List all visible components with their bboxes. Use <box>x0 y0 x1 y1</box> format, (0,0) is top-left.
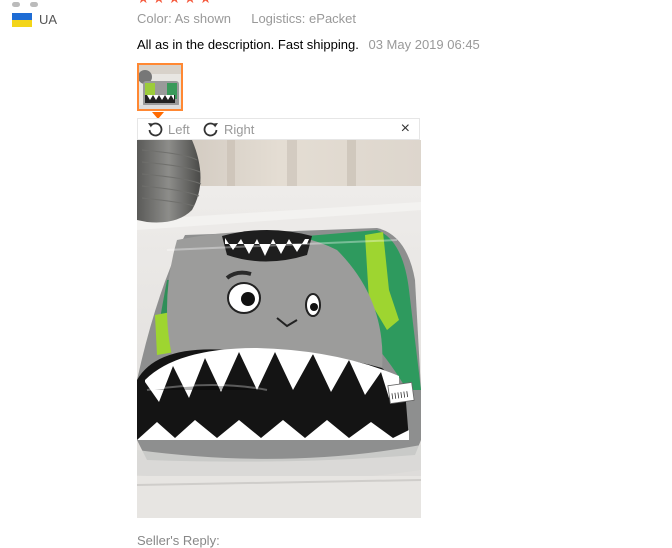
star-icon: ★ <box>199 0 212 5</box>
reviewer-country: UA <box>12 12 57 27</box>
star-icon: ★ <box>184 0 197 5</box>
review-text: All as in the description. Fast shipping… <box>137 37 359 52</box>
review-body: All as in the description. Fast shipping… <box>137 37 480 52</box>
review-photo-large[interactable] <box>137 140 421 518</box>
review-photo-thumbnail[interactable] <box>137 63 183 111</box>
close-viewer-button[interactable]: × <box>401 120 410 138</box>
seller-reply-label: Seller's Reply: <box>137 533 220 548</box>
ukraine-flag-icon <box>12 12 32 27</box>
color-label: Color: <box>137 11 172 26</box>
rotate-right-label: Right <box>224 121 255 137</box>
rotate-right-icon <box>203 122 218 137</box>
rotate-left-label: Left <box>168 121 190 137</box>
star-icon: ★ <box>137 0 150 5</box>
star-icon: ★ <box>168 0 181 5</box>
review-date: 03 May 2019 06:45 <box>368 37 480 52</box>
rotate-right-button[interactable]: Right <box>203 121 254 137</box>
rotate-left-icon <box>148 122 163 137</box>
rotate-left-button[interactable]: Left <box>147 121 190 137</box>
order-info: Color: As shown Logistics: ePacket <box>137 11 356 26</box>
shark-towel-photo <box>137 140 421 518</box>
logistics-label: Logistics: <box>251 11 306 26</box>
logistics-value: ePacket <box>309 11 357 26</box>
image-viewer-toolbar: Left Right × <box>137 118 420 140</box>
country-code: UA <box>39 12 58 27</box>
color-value: As shown <box>174 11 231 26</box>
thumbnail-image <box>139 65 181 109</box>
star-icon: ★ <box>153 0 166 5</box>
rating-stars: ★ ★ ★ ★ ★ <box>137 0 212 5</box>
